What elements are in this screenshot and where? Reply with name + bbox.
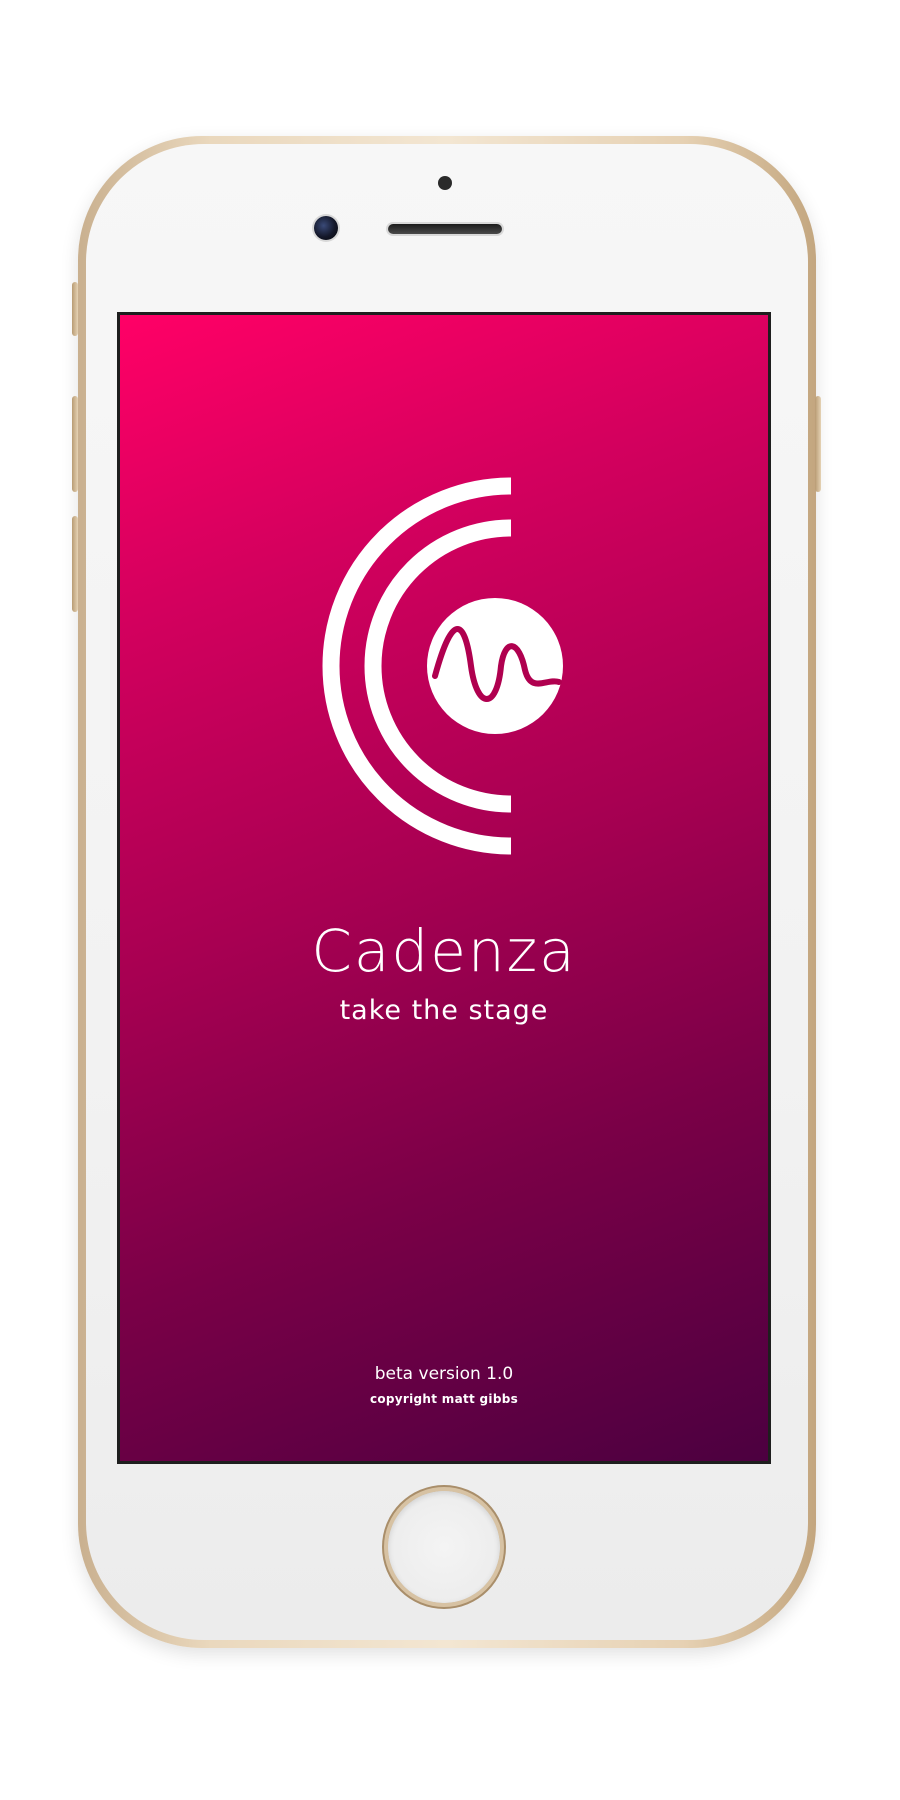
version-label: beta version 1.0 <box>374 1364 514 1384</box>
cadenza-logo-icon <box>322 477 563 855</box>
power-button <box>815 396 821 492</box>
phone-screen: Cadenza take the stage beta version 1.0 … <box>117 312 771 1464</box>
device-mockup: Cadenza take the stage beta version 1.0 … <box>0 0 900 1800</box>
volume-down-button <box>72 516 78 612</box>
volume-up-button <box>72 396 78 492</box>
app-name: Cadenza <box>311 917 577 985</box>
front-camera-icon <box>314 216 338 240</box>
earpiece-speaker <box>388 224 502 234</box>
splash-screen: Cadenza take the stage beta version 1.0 … <box>120 315 768 1461</box>
app-tagline: take the stage <box>339 995 549 1026</box>
home-button-icon[interactable] <box>388 1491 500 1603</box>
mute-switch <box>72 282 78 336</box>
copyright-label: copyright matt gibbs <box>369 1392 519 1406</box>
proximity-sensor <box>438 176 452 190</box>
